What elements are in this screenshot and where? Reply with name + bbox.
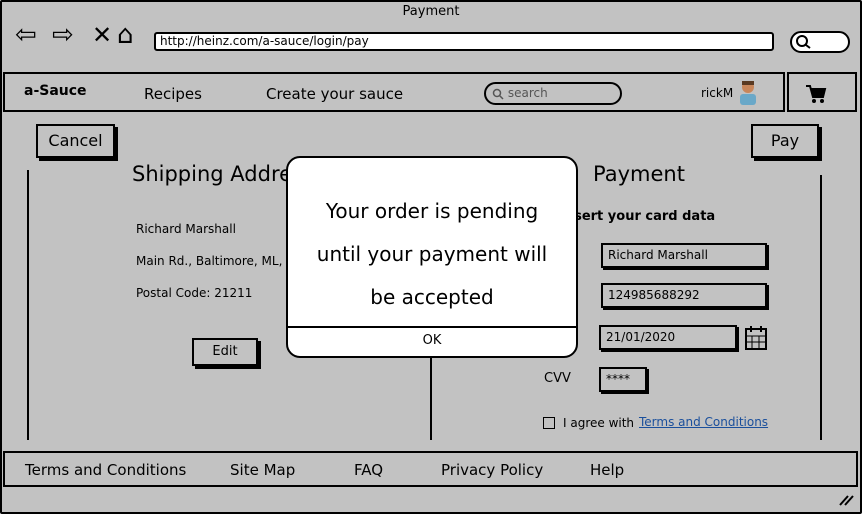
nav-create-sauce[interactable]: Create your sauce <box>266 85 403 103</box>
close-icon[interactable]: ✕ <box>92 22 112 48</box>
shipping-postal: Postal Code: 21211 <box>136 286 253 300</box>
footer-sitemap[interactable]: Site Map <box>230 461 295 479</box>
card-name-field[interactable]: Richard Marshall <box>601 243 767 268</box>
footer-faq[interactable]: FAQ <box>354 461 383 479</box>
search-placeholder: search <box>507 86 548 100</box>
agree-checkbox[interactable] <box>543 417 555 429</box>
nav-recipes[interactable]: Recipes <box>144 85 202 103</box>
shipping-name: Richard Marshall <box>136 222 236 236</box>
expiry-date-field[interactable]: 21/01/2020 <box>599 325 737 350</box>
pay-button[interactable]: Pay <box>751 124 819 158</box>
footer-privacy[interactable]: Privacy Policy <box>441 461 543 479</box>
forward-arrow-icon[interactable]: ⇨ <box>52 22 74 48</box>
left-border <box>27 170 29 440</box>
cvv-label: CVV <box>544 371 571 386</box>
payment-instruction: Insert your card data <box>560 209 716 224</box>
dialog-message-line1: Your order is pending <box>325 199 539 223</box>
ok-button[interactable]: OK <box>288 328 576 354</box>
dialog-message-line2: until your payment will <box>316 242 548 266</box>
resize-grip-icon[interactable] <box>838 492 854 511</box>
edit-button[interactable]: Edit <box>192 338 258 366</box>
address-bar[interactable]: http://heinz.com/a-sauce/login/pay <box>154 32 774 51</box>
cvv-field[interactable]: **** <box>599 367 647 392</box>
center-divider <box>430 350 432 440</box>
footer-terms[interactable]: Terms and Conditions <box>25 461 186 479</box>
home-icon[interactable]: ⌂ <box>117 22 134 48</box>
footer-help[interactable]: Help <box>590 461 624 479</box>
card-number-field[interactable]: 124985688292 <box>601 283 767 308</box>
calendar-icon[interactable] <box>745 326 767 354</box>
logo[interactable]: a-Sauce <box>24 83 87 99</box>
agree-label: I agree with <box>563 416 635 430</box>
right-border <box>820 175 822 440</box>
search-icon <box>492 88 504 100</box>
dialog-message-line3: be accepted <box>370 285 494 309</box>
avatar-icon[interactable] <box>738 80 758 110</box>
search-icon <box>796 35 811 49</box>
terms-link[interactable]: Terms and Conditions <box>639 415 768 429</box>
window-title: Payment <box>402 4 460 19</box>
cart-icon[interactable] <box>805 84 827 108</box>
payment-title: Payment <box>593 162 685 186</box>
shipping-address: Main Rd., Baltimore, ML, USA <box>136 254 312 268</box>
browser-search[interactable] <box>790 31 850 53</box>
username[interactable]: rickM <box>701 86 733 100</box>
cancel-button[interactable]: Cancel <box>36 124 115 158</box>
back-arrow-icon[interactable]: ⇦ <box>15 22 37 48</box>
search-input[interactable]: search <box>484 82 622 105</box>
